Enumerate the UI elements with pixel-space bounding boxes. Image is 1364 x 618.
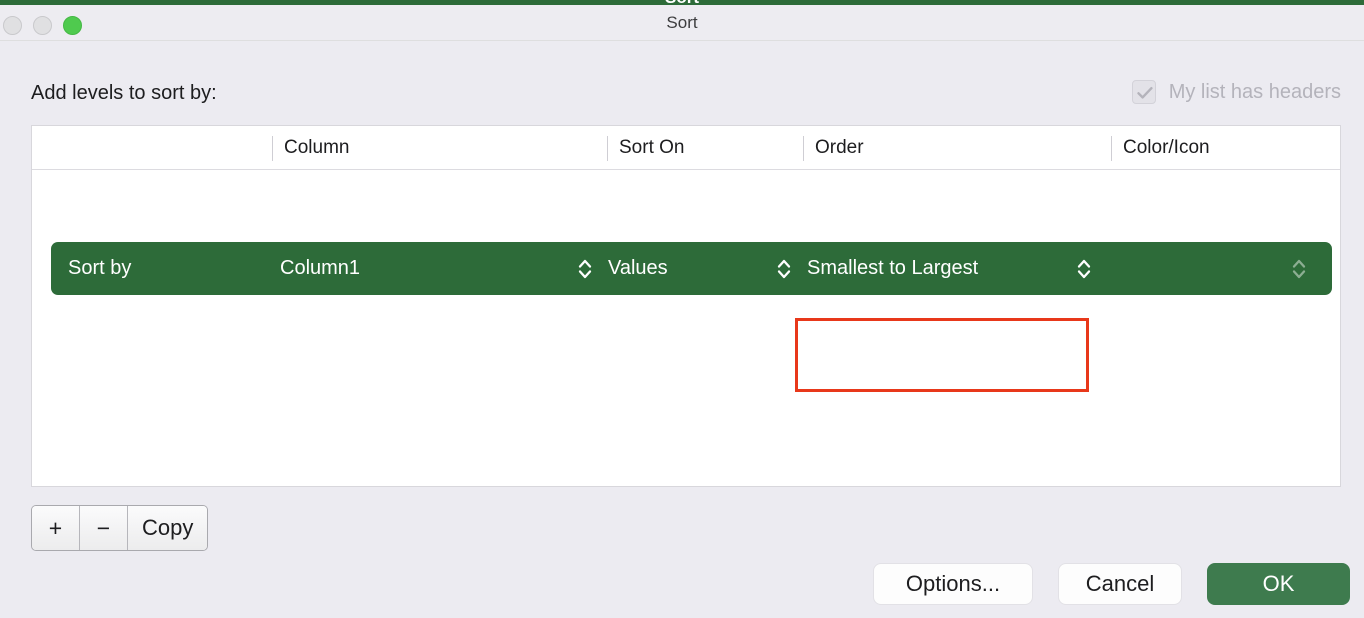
sort-on-select[interactable]: Values bbox=[577, 242, 668, 295]
cancel-button[interactable]: Cancel bbox=[1058, 563, 1182, 605]
prompt-row: Add levels to sort by: My list has heade… bbox=[31, 80, 1341, 112]
level-controls: + − Copy bbox=[31, 505, 209, 551]
order-cell-highlight bbox=[795, 318, 1089, 392]
column-header-color-icon: Color/Icon bbox=[1111, 126, 1342, 170]
ok-button[interactable]: OK bbox=[1207, 563, 1350, 605]
remove-level-button[interactable]: − bbox=[80, 506, 128, 550]
options-button[interactable]: Options... bbox=[873, 563, 1033, 605]
list-column-headers: Column Sort On Order Color/Icon bbox=[32, 126, 1340, 170]
color-icon-select[interactable] bbox=[1076, 242, 1107, 295]
sort-level-label: Sort by bbox=[68, 257, 132, 279]
my-list-has-headers-label: My list has headers bbox=[1168, 80, 1341, 103]
copy-level-button[interactable]: Copy bbox=[128, 506, 208, 550]
row-reorder-stepper-icon[interactable] bbox=[1291, 256, 1307, 282]
sort-on-select-value: Values bbox=[608, 257, 668, 279]
window-title: Sort bbox=[666, 13, 698, 32]
sort-level-row[interactable]: Sort by Column1 Values Smallest to Large… bbox=[51, 242, 1332, 295]
column-select-value: Column1 bbox=[280, 257, 361, 279]
sort-dialog-window: Sort Sort Add levels to sort by: My list… bbox=[0, 0, 1364, 618]
add-level-button[interactable]: + bbox=[32, 506, 80, 550]
order-stepper-icon[interactable] bbox=[776, 256, 792, 282]
sort-on-stepper-icon[interactable] bbox=[577, 256, 593, 282]
column-header-order: Order bbox=[803, 126, 1111, 170]
row-reorder-stepper[interactable] bbox=[1291, 242, 1307, 295]
order-select[interactable]: Smallest to Largest bbox=[776, 242, 978, 295]
checkmark-icon[interactable] bbox=[1131, 80, 1156, 104]
my-list-has-headers-checkbox[interactable]: My list has headers bbox=[1131, 80, 1341, 104]
column-header-column: Column bbox=[272, 126, 607, 170]
column-header-sort-on: Sort On bbox=[607, 126, 803, 170]
order-select-value: Smallest to Largest bbox=[807, 257, 979, 279]
dialog-body: Add levels to sort by: My list has heade… bbox=[0, 42, 1364, 618]
add-levels-label: Add levels to sort by: bbox=[31, 82, 217, 104]
titlebar: Sort bbox=[0, 5, 1364, 41]
color-icon-stepper-icon[interactable] bbox=[1076, 256, 1092, 282]
column-select[interactable]: Column1 bbox=[280, 242, 360, 295]
sort-levels-list: Column Sort On Order Color/Icon Sort by … bbox=[31, 125, 1341, 487]
column-header-handle bbox=[32, 126, 272, 170]
dialog-footer: Options... Cancel OK bbox=[873, 563, 1350, 605]
